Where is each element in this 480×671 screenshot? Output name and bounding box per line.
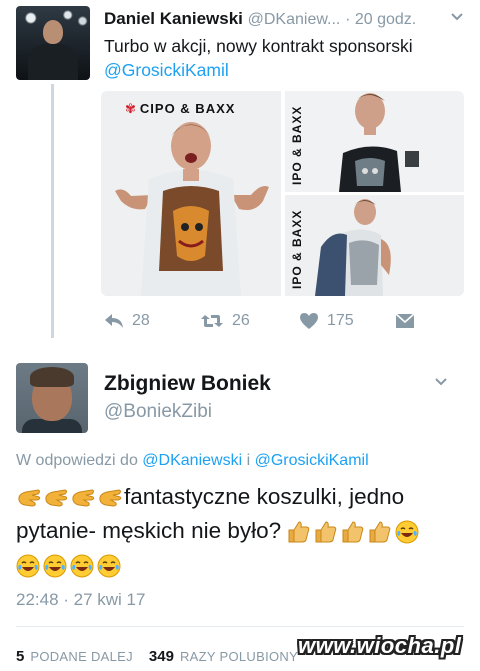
clapping-hands-emoji <box>70 486 95 510</box>
photo-main[interactable]: ✾ CIPO & BAXX <box>101 91 281 296</box>
tears-of-joy-emoji <box>70 554 94 578</box>
retweet-count: 26 <box>232 312 250 329</box>
reply-prefix: W odpowiedzi do <box>16 452 138 469</box>
likes-label[interactable]: RAZY POLUBIONY <box>180 649 298 664</box>
author-handle[interactable]: @DKaniew... <box>248 11 341 28</box>
heart-icon[interactable] <box>299 312 319 330</box>
like-action[interactable]: 175 <box>299 310 354 332</box>
reply-joiner: i <box>246 452 251 469</box>
tweet-media[interactable]: ✾ CIPO & BAXX IPO & BAXX IPO & BAXX <box>101 91 464 296</box>
reply-icon[interactable] <box>104 312 124 330</box>
tweet-text: Turbo w akcji, nowy kontrakt sponsorski … <box>104 34 464 82</box>
avatar-hair <box>30 367 74 387</box>
reply-author-name[interactable]: Zbigniew Boniek <box>104 372 271 396</box>
mention-link[interactable]: @GrosickiKamil <box>104 60 229 80</box>
photo-bottom-right[interactable]: IPO & BAXX <box>285 195 464 296</box>
reply-context: W odpowiedzi do @DKaniewski i @GrosickiK… <box>16 452 369 470</box>
divider <box>16 626 464 627</box>
chevron-down-icon-2[interactable] <box>434 375 448 389</box>
thumbs-up-emoji <box>287 520 311 544</box>
tears-of-joy-emoji <box>43 554 67 578</box>
retweets-count[interactable]: 5 <box>16 648 24 665</box>
clapping-hands-emoji <box>97 486 122 510</box>
avatar-body <box>28 44 78 80</box>
clapping-hands-emoji <box>43 486 68 510</box>
reply-to-mention-1[interactable]: @DKaniewski <box>142 452 242 469</box>
likes-count[interactable]: 349 <box>149 648 174 665</box>
thumbs-up-emoji <box>314 520 338 544</box>
tweet-time[interactable]: · 20 godz. <box>345 11 416 28</box>
dm-action[interactable] <box>395 310 415 332</box>
reply-timestamp[interactable]: 22:48 · 27 kwi 17 <box>16 590 145 610</box>
envelope-icon[interactable] <box>395 312 415 330</box>
reply-author-handle[interactable]: @BoniekZibi <box>104 401 212 423</box>
retweet-action[interactable]: 26 <box>200 310 250 332</box>
reply-text: fantastyczne koszulki, jedno pytanie- mę… <box>16 480 468 582</box>
photo-figure-bottom <box>315 199 391 296</box>
retweet-icon[interactable] <box>200 312 224 330</box>
avatar-shirt <box>22 419 82 433</box>
clapping-hands-emoji <box>16 486 41 510</box>
thumbs-up-emoji <box>341 520 365 544</box>
avatar-daniel-kaniewski[interactable] <box>16 6 90 80</box>
thread-line <box>51 84 54 338</box>
reply-text-line-1: fantastyczne koszulki, jedno <box>124 484 405 509</box>
engagement-stats: 5 PODANE DALEJ 349 RAZY POLUBIONY <box>16 648 314 665</box>
tweet-text-plain: Turbo w akcji, nowy kontrakt sponsorski <box>104 36 413 56</box>
tweet-actions: 28 26 175 <box>104 310 424 332</box>
reply-count: 28 <box>132 312 150 329</box>
photo-top-right[interactable]: IPO & BAXX <box>285 91 464 192</box>
thumbs-up-emoji <box>368 520 392 544</box>
reply-to-mention-2[interactable]: @GrosickiKamil <box>255 452 369 469</box>
tears-of-joy-emoji <box>395 520 419 544</box>
retweets-label[interactable]: PODANE DALEJ <box>30 649 133 664</box>
like-count: 175 <box>327 312 354 329</box>
photo-figure-top <box>339 93 419 192</box>
watermark: www.wiocha.pl <box>298 633 462 658</box>
tweet-header: Daniel Kaniewski @DKaniew... · 20 godz. <box>104 9 464 29</box>
tears-of-joy-emoji <box>97 554 121 578</box>
reply-text-line-2: pytanie- męskich nie było? <box>16 518 282 543</box>
tears-of-joy-emoji <box>16 554 40 578</box>
photo-figure-main <box>115 122 269 296</box>
author-name[interactable]: Daniel Kaniewski <box>104 9 243 28</box>
reply-action[interactable]: 28 <box>104 310 150 332</box>
chevron-down-icon[interactable] <box>450 10 464 24</box>
avatar-zbigniew-boniek[interactable] <box>16 363 88 433</box>
avatar-head <box>43 20 63 44</box>
